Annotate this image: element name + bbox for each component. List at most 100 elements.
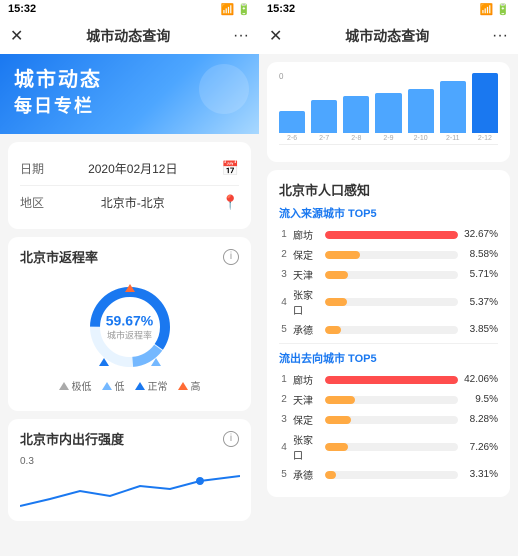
- legend-label-very-low: 极低: [72, 378, 92, 393]
- city-in-0: 廊坊: [293, 227, 321, 242]
- donut-chart: 59.67% 城市返程率: [85, 282, 175, 372]
- fill-out-4: [325, 471, 336, 479]
- return-sub-label: 城市返程率: [106, 329, 153, 342]
- bar-col-0: 2-6: [279, 111, 305, 142]
- status-bar-left: 15:32 📶 🔋: [0, 0, 259, 18]
- right-content-area: 0 2-6 2-7 2-8 2-9: [259, 54, 518, 556]
- status-bar-right: 15:32 📶 🔋: [259, 0, 518, 18]
- pct-out-1: 9.5%: [462, 394, 498, 405]
- left-panel: 15:32 📶 🔋 ✕ 城市动态查询 ··· 城市动态 每日专栏 日期 2020…: [0, 0, 259, 556]
- left-content-area: 日期 2020年02月12日 📅 地区 北京市-北京 📍 北京市返程率 i: [0, 134, 259, 556]
- rank-in-3: 4: [279, 297, 289, 308]
- track-out-4: [325, 471, 458, 479]
- date-row[interactable]: 日期 2020年02月12日 📅: [20, 152, 239, 185]
- date-label: 日期: [20, 160, 44, 177]
- pct-out-3: 7.26%: [462, 442, 498, 453]
- nav-bar-left: ✕ 城市动态查询 ···: [0, 18, 259, 54]
- bar-4: [408, 89, 434, 133]
- mobility-value: 0.3: [20, 456, 239, 467]
- region-label: 地区: [20, 194, 44, 211]
- outflow-item-0: 1 廊坊 42.06%: [279, 372, 498, 387]
- bar-6: [472, 73, 498, 133]
- rank-out-3: 4: [279, 442, 289, 453]
- pct-in-3: 5.37%: [462, 297, 498, 308]
- right-panel: 15:32 📶 🔋 ✕ 城市动态查询 ··· 0 2-6 2-7: [259, 0, 518, 556]
- location-icon: 📍: [222, 194, 239, 211]
- bar-2: [343, 96, 369, 133]
- bar-xlabel-2: 2-8: [351, 135, 361, 142]
- outflow-item-1: 2 天津 9.5%: [279, 392, 498, 407]
- rank-in-0: 1: [279, 229, 289, 240]
- nav-title-left: 城市动态查询: [86, 26, 170, 46]
- info-icon-return[interactable]: i: [223, 249, 239, 265]
- more-icon-left[interactable]: ···: [233, 27, 249, 45]
- inflow-item-3: 4 张家口 5.37%: [279, 287, 498, 317]
- track-in-2: [325, 271, 458, 279]
- fill-in-4: [325, 326, 341, 334]
- legend-row: 极低 低 正常 高: [59, 378, 201, 393]
- pop-card-title: 北京市人口感知: [279, 180, 498, 199]
- bar-col-3: 2-9: [375, 93, 401, 142]
- pct-out-0: 42.06%: [462, 374, 498, 385]
- mobility-card: 北京市内出行强度 i 0.3: [8, 419, 251, 521]
- mobility-chart: [20, 471, 239, 511]
- rank-in-4: 5: [279, 324, 289, 335]
- rank-in-2: 3: [279, 269, 289, 280]
- return-rate-title: 北京市返程率: [20, 247, 98, 266]
- close-icon[interactable]: ✕: [10, 26, 23, 46]
- return-percent: 59.67%: [106, 313, 153, 329]
- legend-normal: 正常: [135, 378, 168, 393]
- close-icon-right[interactable]: ✕: [269, 26, 282, 46]
- city-out-2: 保定: [293, 412, 321, 427]
- track-in-3: [325, 298, 458, 306]
- population-card: 北京市人口感知 流入来源城市 TOP5 1 廊坊 32.67% 2 保定 8.5…: [267, 170, 510, 497]
- status-icons-left: 📶 🔋: [221, 3, 251, 16]
- bar-xlabel-4: 2-10: [414, 135, 428, 142]
- inflow-item-4: 5 承德 3.85%: [279, 322, 498, 337]
- city-out-1: 天津: [293, 392, 321, 407]
- bar-xlabel-5: 2-11: [446, 135, 460, 142]
- donut-container: 59.67% 城市返程率 极低 低 正常: [20, 274, 239, 401]
- region-row[interactable]: 地区 北京市-北京 📍: [20, 185, 239, 219]
- city-in-2: 天津: [293, 267, 321, 282]
- city-out-3: 张家口: [293, 432, 321, 462]
- fill-out-2: [325, 416, 351, 424]
- bar-xlabel-6: 2-12: [478, 135, 492, 142]
- calendar-icon: 📅: [222, 160, 239, 177]
- bar-col-5: 2-11: [440, 81, 466, 142]
- pct-in-1: 8.58%: [462, 249, 498, 260]
- legend-very-low: 极低: [59, 378, 92, 393]
- fill-out-3: [325, 443, 348, 451]
- outflow-item-2: 3 保定 8.28%: [279, 412, 498, 427]
- track-in-0: [325, 231, 458, 239]
- rank-out-1: 2: [279, 394, 289, 405]
- pct-in-4: 3.85%: [462, 324, 498, 335]
- track-out-1: [325, 396, 458, 404]
- fill-in-0: [325, 231, 458, 239]
- legend-low: 低: [102, 378, 125, 393]
- city-in-4: 承德: [293, 322, 321, 337]
- more-icon-right[interactable]: ···: [492, 27, 508, 45]
- bar-chart-area: 2-6 2-7 2-8 2-9 2-10: [279, 85, 498, 145]
- date-region-card: 日期 2020年02月12日 📅 地区 北京市-北京 📍: [8, 142, 251, 229]
- inflow-item-2: 3 天津 5.71%: [279, 267, 498, 282]
- pct-in-0: 32.67%: [462, 229, 498, 240]
- bar-chart-card: 0 2-6 2-7 2-8 2-9: [267, 62, 510, 162]
- status-icons-right: 📶 🔋: [480, 3, 510, 16]
- rank-in-1: 2: [279, 249, 289, 260]
- city-in-1: 保定: [293, 247, 321, 262]
- fill-out-0: [325, 376, 458, 384]
- donut-text: 59.67% 城市返程率: [106, 313, 153, 342]
- track-in-4: [325, 326, 458, 334]
- rank-out-0: 1: [279, 374, 289, 385]
- nav-title-right: 城市动态查询: [345, 26, 429, 46]
- fill-in-2: [325, 271, 348, 279]
- city-out-4: 承德: [293, 467, 321, 482]
- mobility-header: 北京市内出行强度 i: [20, 429, 239, 448]
- info-icon-mobility[interactable]: i: [223, 431, 239, 447]
- date-value: 2020年02月12日: [88, 160, 177, 177]
- inflow-item-0: 1 廊坊 32.67%: [279, 227, 498, 242]
- bar-col-6: 2-12: [472, 73, 498, 142]
- bar-xlabel-1: 2-7: [319, 135, 329, 142]
- rank-out-4: 5: [279, 469, 289, 480]
